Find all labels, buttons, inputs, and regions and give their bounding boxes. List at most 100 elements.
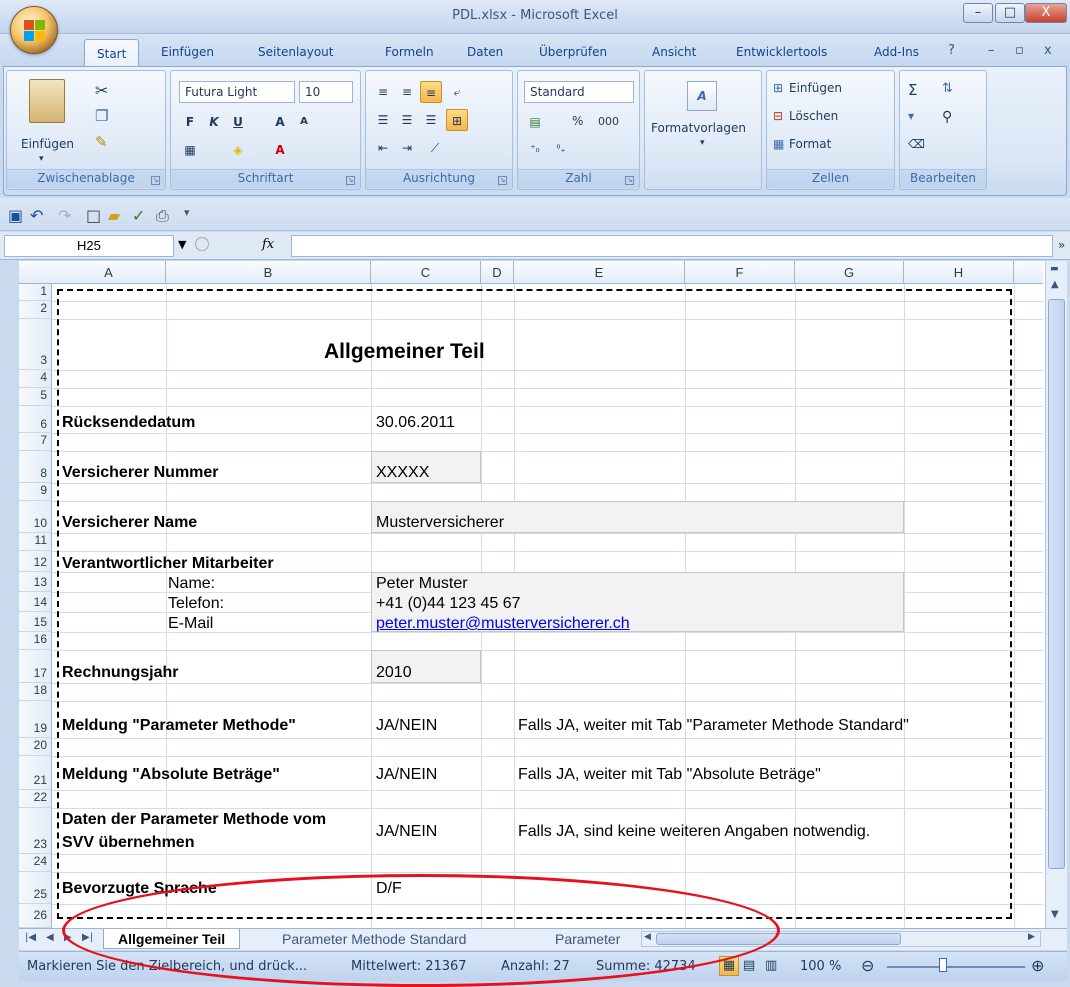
first-sheet-icon[interactable]: |◀ — [25, 932, 36, 943]
alignment-launcher-icon[interactable]: ↘ — [498, 176, 507, 185]
row-header[interactable]: 2 — [19, 301, 52, 319]
insert-cells-button[interactable]: Einfügen — [789, 81, 842, 95]
horizontal-scrollbar[interactable]: ◀ ▶ — [641, 931, 1041, 947]
row-header[interactable]: 11 — [19, 533, 52, 551]
cut-icon[interactable]: ✂ — [95, 81, 108, 100]
row-header[interactable]: 14 — [19, 592, 52, 612]
zoom-slider-knob[interactable] — [939, 958, 947, 972]
border-icon[interactable]: ▦ — [179, 139, 201, 161]
orientation-icon[interactable]: ⟋ — [424, 137, 446, 159]
tab-developer[interactable]: Entwicklertools — [736, 45, 827, 59]
row-header[interactable]: 25 — [19, 872, 52, 904]
percent-button[interactable]: % — [572, 114, 583, 128]
sheet-tab-allgemeiner-teil[interactable]: Allgemeiner Teil — [103, 929, 241, 949]
split-box-icon[interactable]: ▬ — [1050, 264, 1059, 274]
formula-input[interactable] — [291, 235, 1053, 257]
font-name-select[interactable]: Futura Light — [179, 81, 295, 103]
row-header[interactable]: 9 — [19, 483, 52, 501]
horizontal-scroll-thumb[interactable] — [656, 933, 901, 945]
bold-button[interactable]: F — [179, 111, 201, 133]
row-header[interactable]: 1 — [19, 284, 52, 301]
minimize-button[interactable]: – — [963, 3, 993, 23]
save-icon[interactable]: ▣ — [8, 206, 23, 225]
prev-sheet-icon[interactable]: ◀ — [46, 932, 54, 943]
versicherer-nummer-value[interactable]: XXXXX — [376, 464, 429, 482]
increase-decimal-icon[interactable]: ⁺₀ — [524, 139, 546, 161]
row-header[interactable]: 17 — [19, 650, 52, 683]
next-sheet-icon[interactable]: ▶ — [64, 932, 72, 943]
paste-icon[interactable] — [29, 79, 65, 123]
row-header[interactable]: 6 — [19, 406, 52, 433]
new-document-icon[interactable]: □ — [86, 206, 101, 225]
styles-button[interactable]: Formatvorlagen — [651, 121, 746, 135]
vertical-scrollbar[interactable]: ▬ ▲ ▼ — [1045, 261, 1067, 928]
shrink-font-button[interactable]: A — [293, 111, 315, 133]
row-header[interactable]: 5 — [19, 388, 52, 406]
row-header[interactable]: 3 — [19, 319, 52, 370]
daten-svv-value[interactable]: JA/NEIN — [376, 823, 437, 841]
scroll-right-icon[interactable]: ▶ — [1028, 932, 1035, 942]
align-middle-icon[interactable]: ≡ — [396, 81, 418, 103]
increase-indent-icon[interactable]: ⇥ — [396, 137, 418, 159]
tab-formulas[interactable]: Formeln — [385, 45, 434, 59]
decrease-decimal-icon[interactable]: ⁰₊ — [550, 139, 572, 161]
tab-view[interactable]: Ansicht — [652, 45, 696, 59]
row-header[interactable]: 22 — [19, 790, 52, 808]
scroll-down-icon[interactable]: ▼ — [1051, 909, 1059, 920]
tab-insert[interactable]: Einfügen — [161, 45, 214, 59]
thousands-button[interactable]: 000 — [598, 115, 619, 128]
align-right-icon[interactable]: ☰ — [420, 109, 442, 131]
tab-review[interactable]: Überprüfen — [539, 45, 607, 59]
vertical-scroll-thumb[interactable] — [1048, 299, 1065, 869]
styles-icon[interactable]: A — [687, 81, 717, 111]
align-top-icon[interactable]: ≡ — [372, 81, 394, 103]
row-header[interactable]: 19 — [19, 701, 52, 738]
zoom-out-icon[interactable]: ⊖ — [861, 956, 874, 975]
row-header[interactable]: 16 — [19, 632, 52, 650]
telefon-value[interactable]: +41 (0)44 123 45 67 — [376, 595, 521, 613]
underline-button[interactable]: U — [227, 111, 249, 133]
insert-function-icon[interactable]: fx — [262, 237, 274, 252]
versicherer-name-value[interactable]: Musterversicherer — [376, 514, 504, 532]
page-layout-view-icon[interactable]: ▤ — [743, 958, 755, 973]
formula-cancel-icon[interactable] — [195, 237, 209, 251]
row-header[interactable]: 21 — [19, 756, 52, 790]
zoom-in-icon[interactable]: ⊕ — [1031, 956, 1044, 975]
email-link[interactable]: peter.muster@musterversicherer.ch — [376, 615, 630, 633]
clipboard-launcher-icon[interactable]: ↘ — [151, 176, 160, 185]
styles-dropdown-icon[interactable]: ▾ — [700, 138, 705, 148]
open-folder-icon[interactable]: ▰ — [108, 206, 120, 225]
row-header[interactable]: 13 — [19, 572, 52, 592]
row-header[interactable]: 24 — [19, 854, 52, 872]
row-header[interactable]: 18 — [19, 683, 52, 701]
redo-icon[interactable]: ↷ — [58, 206, 71, 225]
page-break-view-icon[interactable]: ▥ — [765, 958, 777, 973]
maximize-button[interactable]: □ — [995, 3, 1025, 23]
delete-cells-button[interactable]: Löschen — [789, 109, 838, 123]
format-cells-icon[interactable]: ▦ — [773, 137, 784, 151]
column-header-d[interactable]: D — [481, 261, 514, 284]
scroll-up-icon[interactable]: ▲ — [1051, 279, 1059, 290]
parameter-methode-value[interactable]: JA/NEIN — [376, 717, 437, 735]
print-icon[interactable]: ⎙ — [156, 206, 169, 226]
wrap-text-icon[interactable]: ⤶ — [446, 81, 468, 103]
expand-formula-bar-icon[interactable]: » — [1058, 238, 1065, 252]
clear-icon[interactable]: ⌫ — [908, 137, 925, 151]
scroll-left-icon[interactable]: ◀ — [644, 932, 651, 942]
column-header-e[interactable]: E — [514, 261, 685, 284]
tab-page-layout[interactable]: Seitenlayout — [258, 45, 333, 59]
font-color-icon[interactable]: A — [269, 139, 291, 161]
tab-addins[interactable]: Add-Ins — [874, 45, 919, 59]
delete-cells-icon[interactable]: ⊟ — [773, 109, 783, 123]
rechnungsjahr-value[interactable]: 2010 — [376, 664, 412, 682]
align-left-icon[interactable]: ☰ — [372, 109, 394, 131]
paste-button[interactable]: Einfügen — [21, 137, 74, 151]
copy-icon[interactable]: ❐ — [95, 107, 108, 125]
number-launcher-icon[interactable]: ↘ — [625, 176, 634, 185]
fill-color-icon[interactable]: ◈ — [227, 139, 249, 161]
currency-icon[interactable]: ▤ — [524, 111, 546, 133]
ruecksendedatum-value[interactable]: 30.06.2011 — [376, 414, 455, 432]
format-cells-button[interactable]: Format — [789, 137, 831, 151]
column-header-f[interactable]: F — [685, 261, 795, 284]
undo-icon[interactable]: ↶ — [30, 206, 43, 225]
